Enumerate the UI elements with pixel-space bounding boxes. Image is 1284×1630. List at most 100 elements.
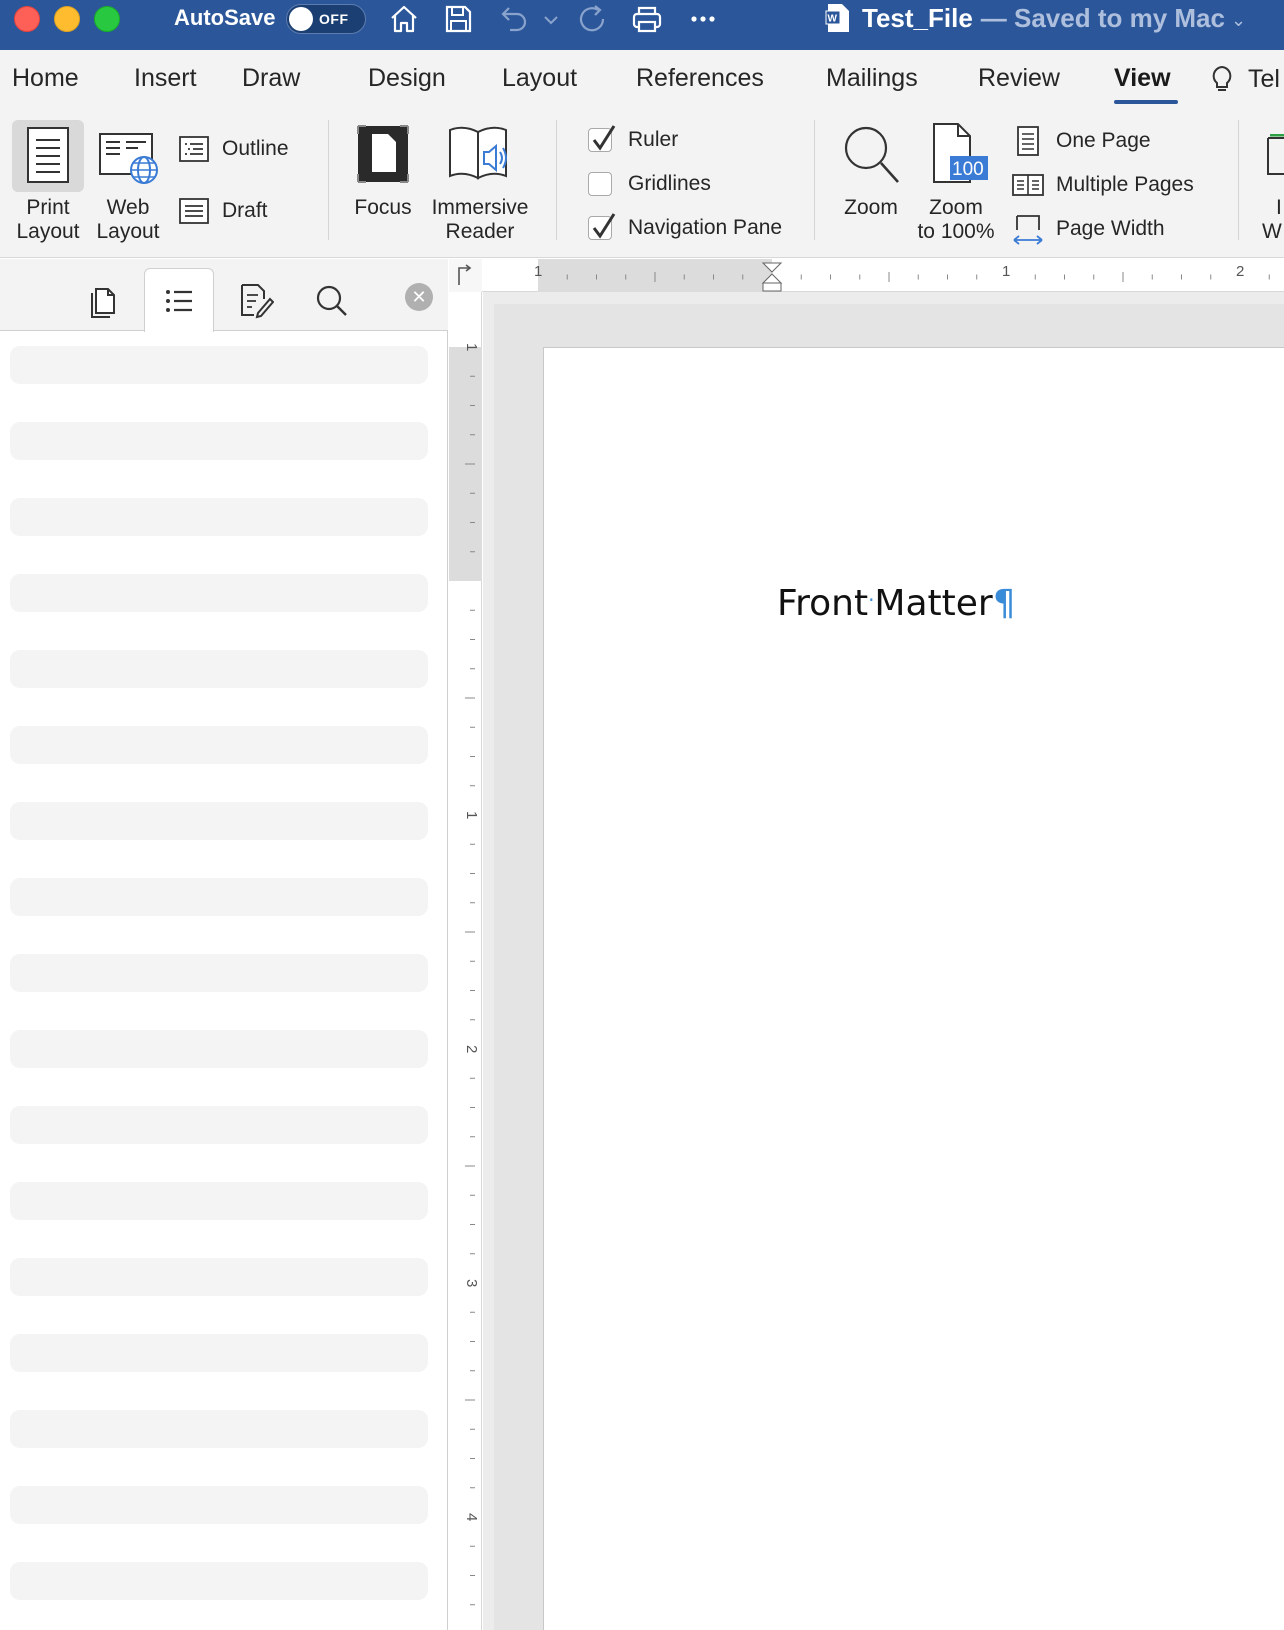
tab-home[interactable]: Home (12, 64, 79, 93)
ruler-number: 2 (463, 1045, 480, 1053)
web-layout-button[interactable] (92, 120, 164, 192)
multiple-pages-button[interactable]: Multiple Pages (1010, 170, 1194, 200)
navigation-pane-label: Navigation Pane (628, 216, 783, 239)
heading-word: Matter (874, 583, 993, 624)
tab-mailings[interactable]: Mailings (826, 64, 918, 93)
tab-design[interactable]: Design (368, 64, 446, 93)
ruler-number: 2 (1236, 263, 1244, 280)
tab-review[interactable]: Review (978, 64, 1060, 93)
horizontal-ruler[interactable]: 1 1 2 (482, 259, 1284, 292)
ruler-checkbox[interactable]: Ruler (588, 125, 678, 152)
document-page[interactable] (543, 347, 1284, 1630)
loading-placeholder-row (10, 498, 428, 536)
cut-off-label: I W (1262, 196, 1284, 244)
loading-placeholder-row (10, 726, 428, 764)
minimize-window-button[interactable] (54, 6, 80, 32)
tell-me-label: Tel (1248, 64, 1280, 93)
tab-view[interactable]: View (1114, 64, 1171, 93)
immersive-reader-label-line1: Immersive (431, 196, 529, 219)
save-icon[interactable] (441, 2, 475, 36)
close-icon[interactable]: ✕ (405, 283, 433, 311)
ruler-number: 1 (534, 263, 542, 280)
headings-list-icon (166, 289, 192, 312)
zoom-window-button[interactable] (94, 6, 120, 32)
left-indent-marker[interactable] (762, 282, 782, 292)
navigation-pane-tabs: ✕ (0, 259, 448, 332)
gridlines-check-box[interactable] (588, 172, 612, 196)
more-icon[interactable] (686, 2, 720, 36)
print-layout-button[interactable] (12, 120, 84, 192)
vertical-ruler-scale: 1 1 2 3 4 (449, 343, 482, 1606)
zoom-100-icon: 100 (933, 123, 988, 183)
cut-off-label-line1: I (1276, 196, 1282, 219)
nav-tab-comments[interactable] (220, 269, 290, 331)
zoom-button[interactable] (836, 120, 906, 188)
nav-tab-thumbnails[interactable] (68, 269, 138, 331)
document-heading[interactable]: Front·Matter¶ (777, 583, 1016, 624)
ribbon-tabs: Home Insert Draw Design Layout Reference… (0, 50, 1284, 106)
outline-label: Outline (222, 137, 289, 160)
focus-icon (357, 125, 409, 183)
undo-dropdown-icon[interactable] (540, 2, 562, 36)
web-layout-label-line2: Layout (96, 220, 160, 243)
tab-insert[interactable]: Insert (134, 64, 197, 93)
draft-button[interactable]: Draft (176, 196, 268, 226)
title-bar: AutoSave OFF W Test_File — Saved to my M… (0, 0, 1284, 50)
checkmark-icon (592, 213, 616, 239)
zoom-label: Zoom (844, 196, 898, 219)
ruler-check-box[interactable] (588, 125, 616, 152)
loading-placeholder-row (10, 954, 428, 992)
zoom-100-label-line2: to 100% (917, 220, 995, 243)
nav-tab-search[interactable] (296, 269, 366, 331)
ribbon-divider (814, 120, 815, 240)
autosave-label: AutoSave (174, 5, 276, 30)
close-window-button[interactable] (14, 6, 40, 32)
tab-layout[interactable]: Layout (502, 64, 577, 93)
web-layout-label: Web Layout (86, 196, 170, 244)
nav-tab-headings[interactable] (144, 268, 214, 332)
loading-placeholder-row (10, 650, 428, 688)
toggle-knob (289, 7, 313, 31)
outline-button[interactable]: Outline (176, 134, 289, 164)
immersive-reader-button[interactable] (442, 120, 518, 188)
gridlines-checkbox[interactable]: Gridlines (588, 172, 711, 196)
document-title: Test_File (862, 2, 973, 33)
focus-label: Focus (354, 196, 412, 219)
chevron-down-icon[interactable]: ⌄ (1231, 10, 1246, 31)
immersive-reader-icon (449, 126, 507, 180)
multiple-pages-label: Multiple Pages (1056, 173, 1194, 196)
zoom-100-button[interactable]: 100 (922, 120, 990, 188)
thumbnails-icon (91, 288, 115, 318)
draft-icon (179, 198, 209, 224)
zoom-100-badge: 100 (952, 159, 984, 180)
immersive-reader-label-line2: Reader (445, 220, 515, 243)
autosave-toggle[interactable]: OFF (286, 4, 366, 34)
cut-off-icon[interactable] (1262, 134, 1284, 180)
ruler-number: 3 (463, 1279, 480, 1287)
home-icon[interactable] (387, 2, 421, 36)
tab-references[interactable]: References (636, 64, 764, 93)
tell-me-button[interactable]: Tel (1208, 64, 1280, 94)
loading-placeholder-row (10, 1030, 428, 1068)
vertical-ruler[interactable]: 1 1 2 3 4 (449, 292, 482, 1630)
navigation-pane: ✕ (0, 259, 448, 1630)
focus-button[interactable] (348, 120, 418, 188)
one-page-button[interactable]: One Page (1010, 126, 1151, 156)
print-layout-icon (27, 127, 69, 183)
loading-placeholder-row (10, 422, 428, 460)
undo-icon[interactable] (496, 2, 530, 36)
loading-placeholder-row (10, 574, 428, 612)
loading-placeholder-row (10, 1182, 428, 1220)
web-layout-icon (99, 133, 158, 184)
tab-selector[interactable] (449, 259, 482, 292)
loading-placeholder-row (10, 1486, 428, 1524)
redo-icon[interactable] (576, 2, 610, 36)
search-icon (316, 285, 347, 316)
navigation-pane-check-box[interactable] (588, 213, 616, 240)
print-icon[interactable] (630, 2, 664, 36)
tab-draw[interactable]: Draw (242, 64, 300, 93)
loading-placeholder-row (10, 1410, 428, 1448)
navigation-pane-checkbox[interactable]: Navigation Pane (588, 213, 783, 240)
document-title-area[interactable]: W Test_File — Saved to my Mac ⌄ (824, 2, 1246, 34)
page-width-button[interactable]: Page Width (1010, 214, 1165, 245)
